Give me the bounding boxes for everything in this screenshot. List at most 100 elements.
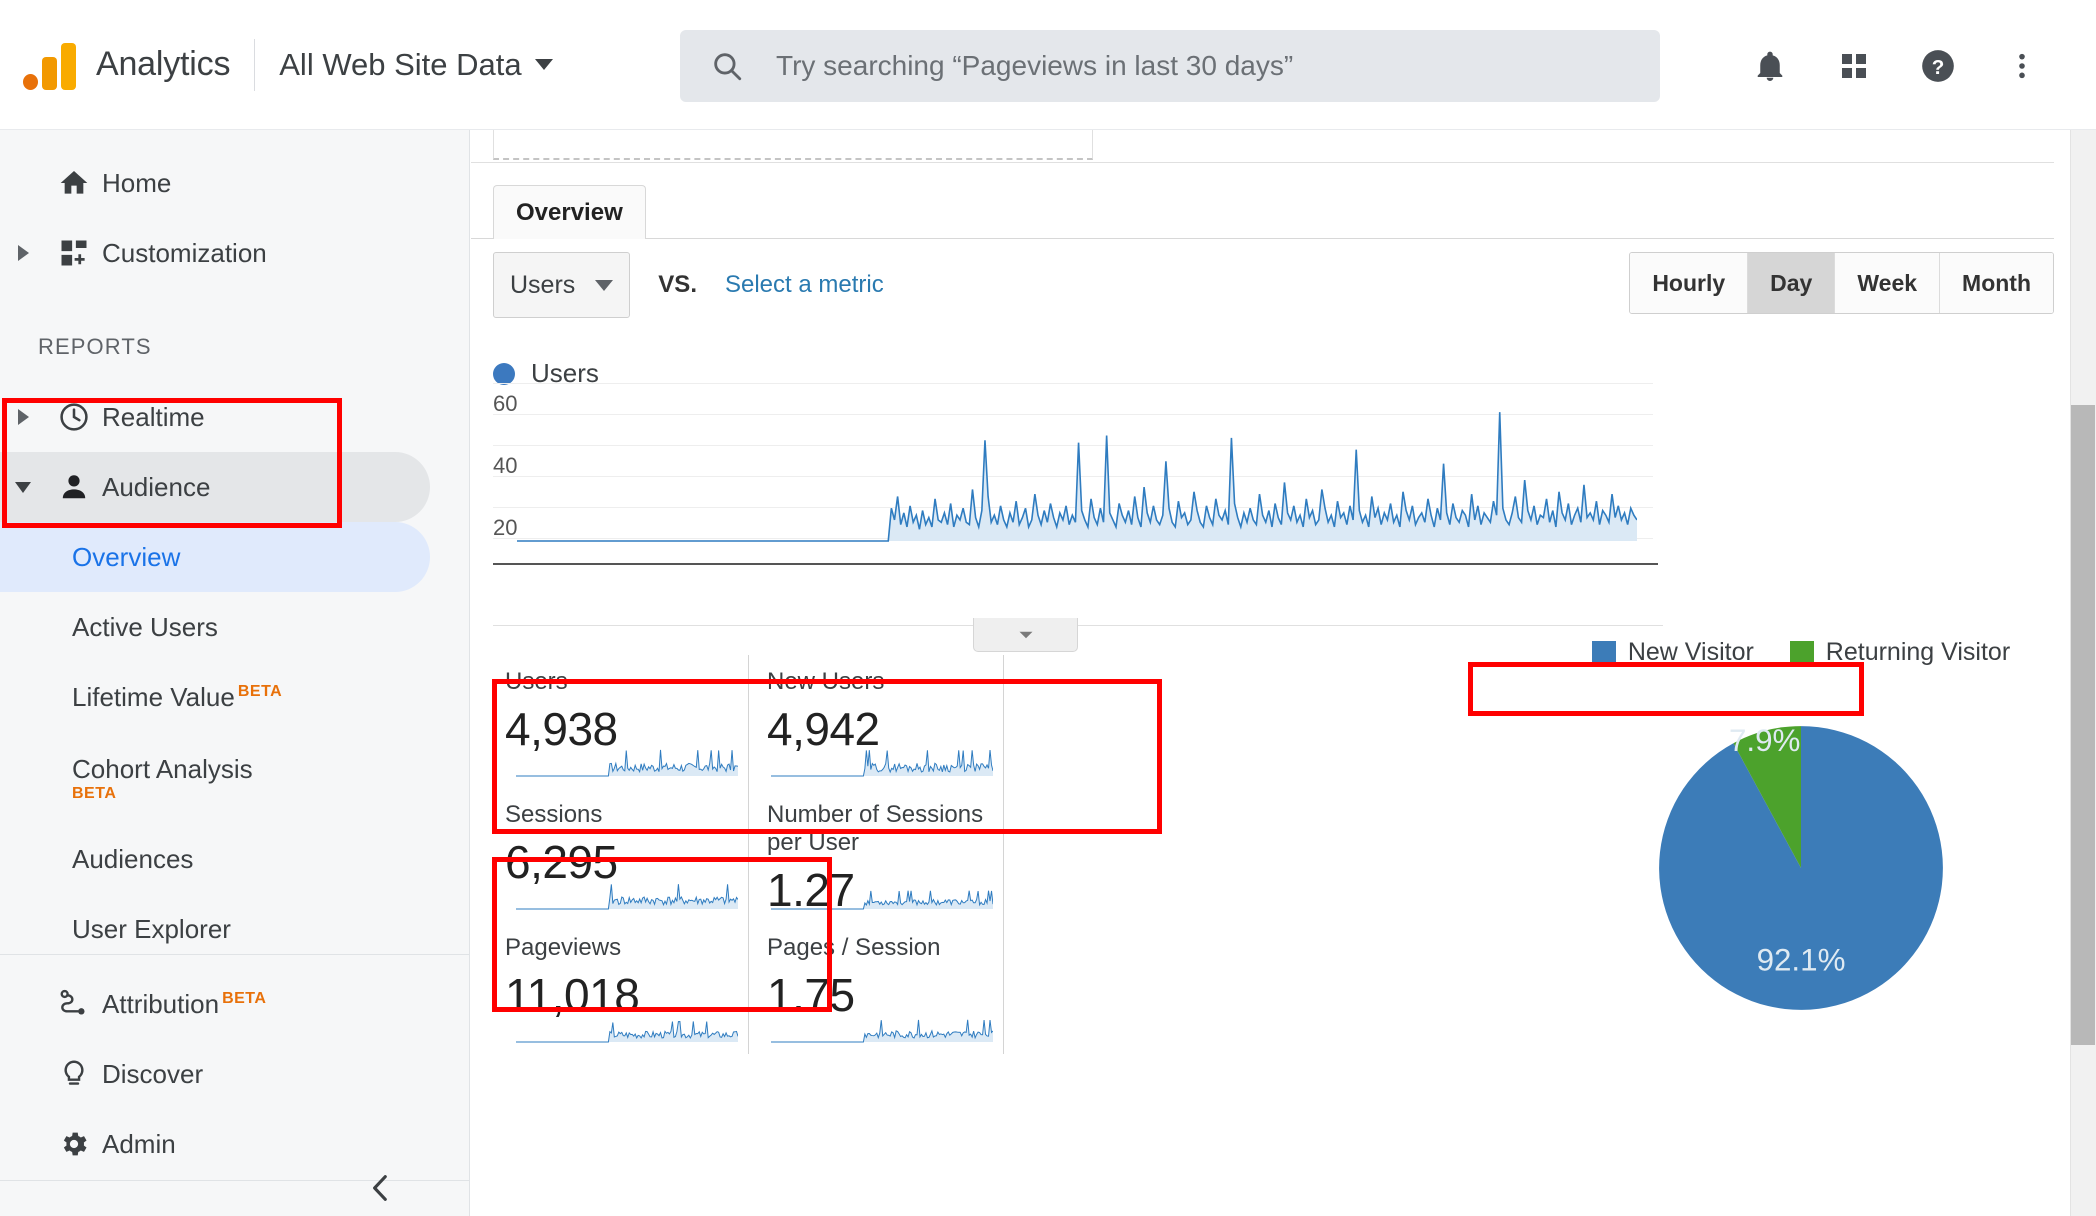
search-placeholder: Try searching “Pageviews in last 30 days… bbox=[776, 50, 1293, 82]
header-icon-group: ? bbox=[1728, 30, 2064, 102]
tab-bar: Overview bbox=[471, 185, 2054, 239]
sidebar-item-cohort-analysis[interactable]: Cohort Analysis BETA bbox=[0, 732, 470, 824]
metric-card-row: Users 4,938 New Users 4,942 bbox=[493, 655, 1003, 788]
sidebar-item-active-users[interactable]: Active Users bbox=[0, 592, 470, 662]
home-icon bbox=[46, 167, 102, 199]
help-button[interactable]: ? bbox=[1896, 30, 1980, 102]
metric-card-pages-per-session[interactable]: Pages / Session 1.75 bbox=[748, 921, 1003, 1054]
sidebar: Home Customization REPORTS bbox=[0, 130, 470, 1216]
sidebar-item-home[interactable]: Home bbox=[0, 148, 470, 218]
tab-overview[interactable]: Overview bbox=[493, 185, 646, 239]
sidebar-item-overview[interactable]: Overview bbox=[0, 522, 470, 592]
app-title: Analytics bbox=[96, 45, 230, 84]
sidebar-item-label: Overview bbox=[72, 542, 180, 573]
sidebar-item-label: Discover bbox=[102, 1059, 203, 1090]
sidebar-item-label-wrap: AttributionBETA bbox=[102, 989, 266, 1020]
metric-card-row: Sessions 6,295 Number of Sessions per Us… bbox=[493, 788, 1003, 921]
more-vertical-icon bbox=[2006, 50, 2038, 82]
primary-metric-select[interactable]: Users bbox=[493, 252, 630, 318]
tab-underline bbox=[471, 238, 2054, 239]
granularity-day[interactable]: Day bbox=[1748, 253, 1835, 313]
chevron-down-icon bbox=[535, 59, 553, 70]
users-line-svg bbox=[517, 373, 1637, 563]
customization-icon bbox=[46, 238, 102, 268]
select-a-metric-link[interactable]: Select a metric bbox=[725, 271, 884, 299]
metric-card-label: New Users bbox=[767, 668, 1003, 696]
sidebar-item-label: Customization bbox=[102, 238, 267, 269]
sidebar-item-label: Attribution bbox=[102, 989, 219, 1019]
content-scrollbar-thumb[interactable] bbox=[2071, 405, 2095, 1045]
metric-card-label: Sessions bbox=[505, 801, 748, 829]
help-icon: ? bbox=[1919, 47, 1957, 85]
sparkline bbox=[516, 1002, 738, 1046]
metric-cards: Users 4,938 New Users 4,942 Sessions bbox=[493, 655, 1003, 1054]
vs-label: VS. bbox=[658, 271, 697, 299]
more-options-button[interactable] bbox=[1980, 30, 2064, 102]
account-selector-label: All Web Site Data bbox=[279, 47, 521, 83]
metric-card-label: Pages / Session bbox=[767, 934, 1003, 962]
sidebar-section-reports: REPORTS bbox=[0, 310, 470, 368]
sidebar-item-label: Audiences bbox=[72, 844, 193, 875]
collapse-arrow[interactable] bbox=[0, 482, 46, 493]
chart-collapse-button[interactable] bbox=[973, 618, 1078, 652]
search-icon bbox=[710, 49, 744, 83]
lightbulb-icon bbox=[46, 1058, 102, 1090]
pie-svg: 7.9% 92.1% bbox=[1636, 703, 1966, 1033]
apps-button[interactable] bbox=[1812, 30, 1896, 102]
sparkline bbox=[771, 1002, 993, 1046]
clock-icon bbox=[46, 401, 102, 433]
metric-card-sessions[interactable]: Sessions 6,295 bbox=[493, 788, 748, 921]
legend-swatch bbox=[1592, 641, 1616, 665]
metric-card-new-users[interactable]: New Users 4,942 bbox=[748, 655, 1003, 788]
pie-chart[interactable]: 7.9% 92.1% bbox=[1561, 703, 2041, 1033]
pie-legend-new-visitor[interactable]: New Visitor bbox=[1592, 638, 1754, 667]
brand-area[interactable]: Analytics bbox=[22, 40, 230, 90]
granularity-week[interactable]: Week bbox=[1835, 253, 1940, 313]
sidebar-item-discover[interactable]: Discover bbox=[0, 1039, 470, 1109]
sidebar-item-realtime[interactable]: Realtime bbox=[0, 382, 470, 452]
new-vs-returning-chart: New Visitor Returning Visitor 7.9% 92.1% bbox=[1561, 630, 2041, 1033]
metric-card-row: Pageviews 11,018 Pages / Session 1.75 bbox=[493, 921, 1003, 1054]
granularity-hourly[interactable]: Hourly bbox=[1630, 253, 1748, 313]
bell-icon bbox=[1752, 48, 1788, 84]
sidebar-item-audiences[interactable]: Audiences bbox=[0, 824, 470, 894]
person-icon bbox=[46, 471, 102, 503]
expand-arrow[interactable] bbox=[0, 245, 46, 261]
content-scrollbar-track[interactable] bbox=[2070, 130, 2096, 1216]
expand-arrow[interactable] bbox=[0, 409, 46, 425]
metric-card-label: Users bbox=[505, 668, 748, 696]
chevron-down-icon bbox=[1013, 622, 1039, 648]
account-selector[interactable]: All Web Site Data bbox=[279, 47, 552, 83]
pie-legend-returning-visitor[interactable]: Returning Visitor bbox=[1790, 638, 2010, 667]
metric-card-pageviews[interactable]: Pageviews 11,018 bbox=[493, 921, 748, 1054]
app-header: Analytics All Web Site Data Try searchin… bbox=[0, 0, 2096, 130]
header-divider bbox=[254, 39, 255, 91]
sidebar-item-attribution[interactable]: AttributionBETA bbox=[0, 969, 470, 1039]
analytics-logo-icon bbox=[22, 40, 78, 90]
grid-icon bbox=[1838, 50, 1870, 82]
legend-label: Returning Visitor bbox=[1826, 638, 2010, 667]
metric-card-users[interactable]: Users 4,938 bbox=[493, 655, 748, 788]
notifications-button[interactable] bbox=[1728, 30, 1812, 102]
granularity-month[interactable]: Month bbox=[1940, 253, 2053, 313]
svg-text:?: ? bbox=[1932, 56, 1945, 79]
sidebar-item-label: Realtime bbox=[102, 402, 205, 433]
chart-bottom-divider bbox=[493, 625, 1663, 626]
sidebar-item-label: Home bbox=[102, 168, 171, 199]
beta-badge: BETA bbox=[238, 683, 282, 700]
chevron-left-icon bbox=[364, 1171, 398, 1205]
beta-badge: BETA bbox=[72, 785, 116, 803]
sidebar-item-user-explorer[interactable]: User Explorer bbox=[0, 894, 470, 954]
users-line-chart[interactable]: 60 40 20 bbox=[471, 395, 2054, 590]
primary-metric-value: Users bbox=[510, 271, 575, 300]
metric-card-label: Pageviews bbox=[505, 934, 748, 962]
sidebar-item-lifetime-value[interactable]: Lifetime ValueBETA bbox=[0, 662, 470, 732]
sidebar-item-customization[interactable]: Customization bbox=[0, 218, 470, 288]
sidebar-item-audience[interactable]: Audience bbox=[0, 452, 470, 522]
metric-card-sessions-per-user[interactable]: Number of Sessions per User 1.27 bbox=[748, 788, 1003, 921]
legend-label: New Visitor bbox=[1628, 638, 1754, 667]
search-input[interactable]: Try searching “Pageviews in last 30 days… bbox=[680, 30, 1660, 102]
sidebar-collapse-button[interactable] bbox=[351, 1158, 411, 1216]
gear-icon bbox=[46, 1128, 102, 1160]
sidebar-item-label: Admin bbox=[102, 1129, 176, 1160]
